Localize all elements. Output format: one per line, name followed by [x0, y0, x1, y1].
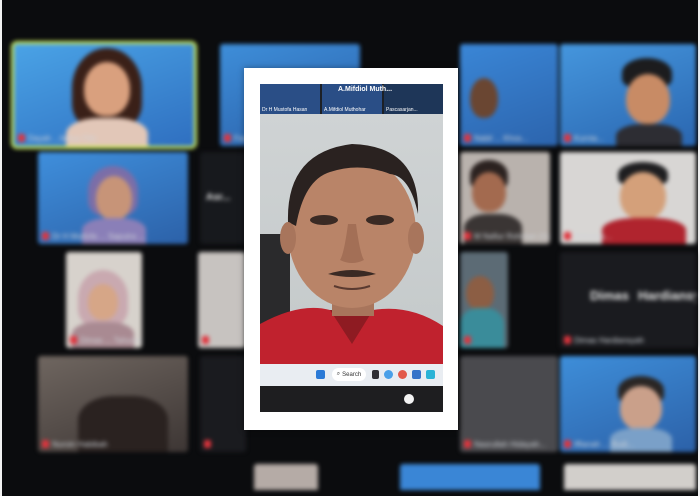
mic-muted-icon — [464, 232, 471, 240]
thumbnail-label: A.Mifdiol Muthohar — [324, 107, 366, 113]
participant-name: Kurnia... — [574, 134, 604, 143]
search-label: Search — [342, 371, 362, 378]
camera-dot-icon — [404, 394, 414, 404]
taskbar-search[interactable]: ⌕ Search — [332, 368, 366, 381]
search-icon: ⌕ — [336, 371, 341, 377]
app-icon[interactable] — [426, 370, 435, 379]
speaker-thumbnail-strip: Dr H Mustofa Hasan A.Mifdiol Muthohar Pa… — [260, 84, 443, 114]
mic-muted-icon — [464, 134, 471, 142]
mic-muted-icon — [564, 232, 571, 240]
participant-big-name: Dimas — [590, 288, 630, 303]
phone-bezel — [260, 386, 443, 412]
thumbnail-label: Pascasarjan... — [386, 107, 418, 113]
mic-muted-icon — [564, 336, 571, 344]
participant-tile[interactable] — [254, 464, 318, 490]
participant-name: Nabil ... Khos... — [474, 134, 529, 143]
thumbnail-label: Dr H Mustofa Hasan — [262, 107, 308, 113]
mic-muted-icon — [70, 336, 77, 344]
participant-tile[interactable] — [460, 252, 508, 348]
participant-tile[interactable]: Kurnia... — [560, 44, 696, 146]
app-icon[interactable] — [412, 370, 421, 379]
participant-name: M Nafiur Rohman (Gaffar) — [474, 232, 550, 241]
participant-big-name: Asr... — [206, 192, 231, 203]
active-speaker-name: A.Mifdiol Muth... — [338, 86, 393, 93]
app-icon[interactable] — [398, 370, 407, 379]
participant-tile[interactable] — [400, 464, 540, 490]
mic-muted-icon — [464, 336, 471, 344]
participant-tile[interactable]: Nasrullah Hidayah... — [460, 356, 558, 452]
phone-screen: Dr H Mustofa Hasan A.Mifdiol Muthohar Pa… — [260, 84, 443, 412]
thumbnail-tile[interactable]: Dr H Mustofa Hasan — [260, 84, 320, 114]
participant-tile[interactable]: Asr... — [200, 152, 246, 244]
active-speaker-video — [260, 114, 443, 364]
featured-screenshot-card: Dr H Mustofa Hasan A.Mifdiol Muthohar Pa… — [244, 68, 458, 430]
participant-tile[interactable]: Dimas Hardiansy Dimas Hardiansyah — [560, 252, 696, 348]
participant-tile[interactable]: Iffianah ... Budi... — [560, 356, 696, 452]
participant-tile[interactable] — [198, 252, 246, 348]
mic-muted-icon — [464, 440, 471, 448]
participant-name: Antonius... — [574, 232, 612, 241]
participant-tile[interactable]: Dimas ... Tahuryanti... — [66, 252, 142, 348]
mic-muted-icon — [564, 440, 571, 448]
mic-muted-icon — [42, 440, 49, 448]
task-view-icon[interactable] — [372, 370, 379, 379]
app-icon[interactable] — [384, 370, 393, 379]
start-icon[interactable] — [316, 370, 325, 379]
mic-muted-icon — [564, 134, 571, 142]
meeting-screenshot: Dayah ...fathur Fitri Fadhil ... Nabil .… — [0, 0, 700, 496]
participant-tile[interactable] — [200, 356, 246, 452]
speaker-portrait — [260, 144, 443, 364]
windows-taskbar: ⌕ Search — [260, 364, 443, 386]
mic-muted-icon — [42, 232, 49, 240]
participant-tile[interactable]: Nabil ... Khos... — [460, 44, 558, 146]
participant-name: Dr H Mutlofa ... Saputra ... — [52, 232, 145, 241]
mic-muted-icon — [18, 134, 25, 142]
participant-tile[interactable] — [564, 464, 696, 490]
participant-name: Nasrullah Hidayah... — [474, 440, 547, 449]
participant-name: Nuroin Habibah — [52, 440, 108, 449]
participant-name: Dimas ... Tahuryanti... — [80, 336, 142, 345]
participant-tile[interactable]: Dayah ...fathur Fitri — [11, 41, 197, 149]
thumbnail-tile[interactable]: Pascasarjan... — [384, 84, 443, 114]
participant-name: Dimas Hardiansyah — [574, 336, 644, 345]
mic-muted-icon — [204, 440, 211, 448]
mic-muted-icon — [224, 134, 231, 142]
participant-tile[interactable]: Nuroin Habibah — [38, 356, 188, 452]
participant-name: Iffianah ... Budi... — [574, 440, 634, 449]
participant-tile[interactable]: Dr H Mutlofa ... Saputra ... — [38, 152, 188, 244]
participant-tile[interactable]: M Nafiur Rohman (Gaffar) — [460, 152, 550, 244]
mic-muted-icon — [202, 336, 209, 344]
participant-big-name: Hardiansy — [638, 288, 696, 303]
participant-tile[interactable]: Antonius... — [560, 152, 696, 244]
participant-name: Dayah ...fathur Fitri — [28, 134, 97, 143]
